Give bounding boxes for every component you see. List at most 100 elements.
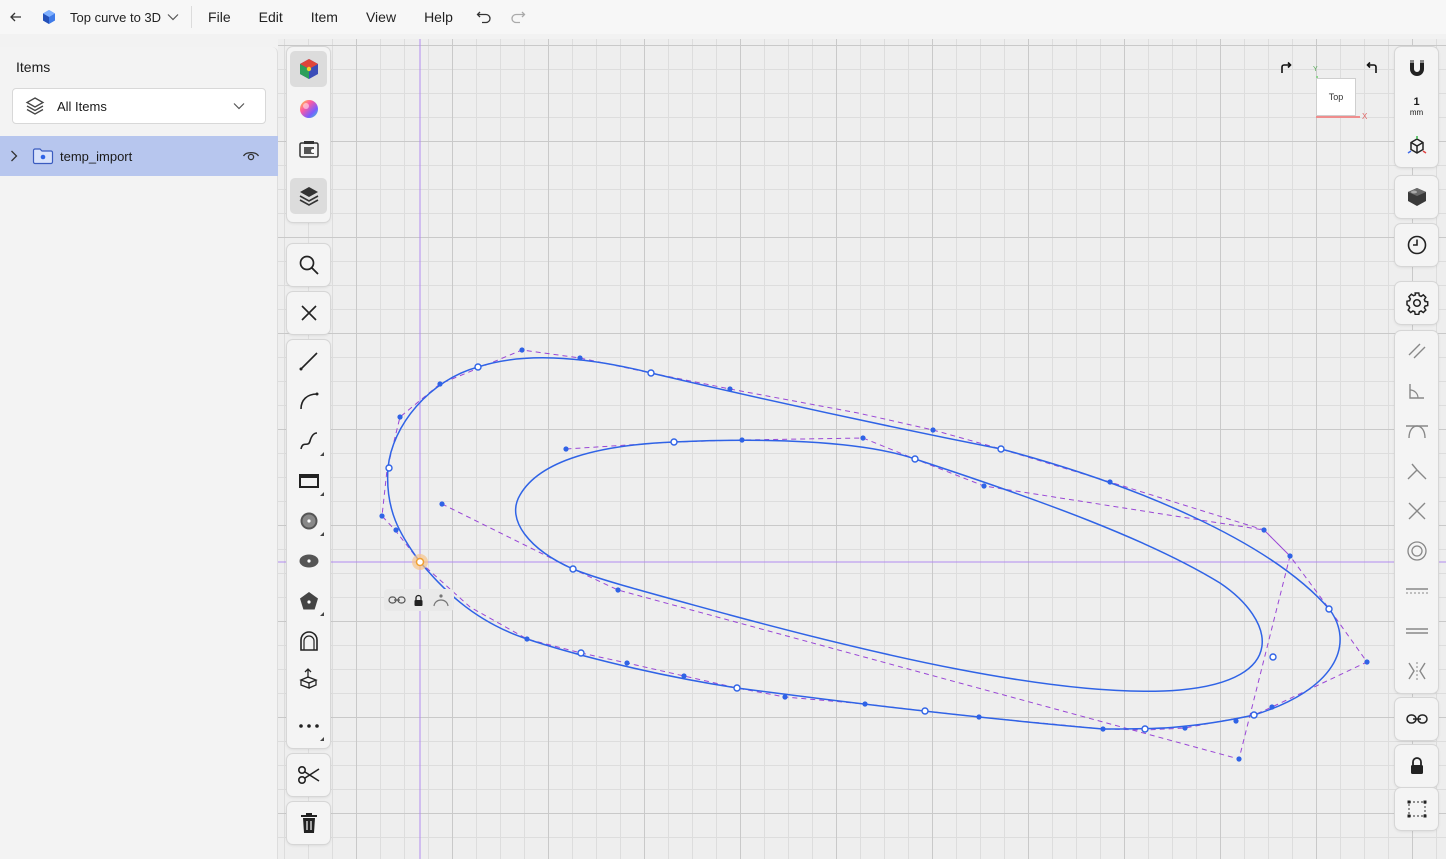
redo-icon	[511, 11, 526, 24]
tangent-constraint-button[interactable]	[1398, 413, 1435, 449]
vertex-lock-button[interactable]	[413, 594, 424, 607]
parallel-constraint-icon	[1408, 343, 1425, 359]
document-title-dropdown[interactable]: Top curve to 3D	[70, 0, 179, 34]
material-sphere-icon	[1407, 188, 1426, 206]
layers-button[interactable]	[290, 178, 327, 214]
polygon-tool-button[interactable]	[290, 583, 327, 619]
material-button[interactable]	[1398, 179, 1435, 215]
angle-constraint-button[interactable]	[1398, 373, 1435, 409]
tree-item-temp-import[interactable]: temp_import	[0, 136, 278, 176]
more-tools-button[interactable]	[290, 708, 327, 744]
outer-spline-curve[interactable]	[386, 357, 1341, 730]
perpendicular-constraint-button[interactable]	[1398, 453, 1435, 489]
menu-view[interactable]: View	[352, 0, 410, 34]
perpendicular-constraint-icon	[1407, 463, 1426, 480]
menu-file[interactable]: File	[194, 0, 245, 34]
active-vertex[interactable]	[415, 557, 425, 567]
units-value: 1	[1413, 96, 1420, 108]
lock-icon	[1410, 757, 1423, 774]
visibility-eye-icon[interactable]	[242, 150, 264, 162]
control-points[interactable]	[379, 347, 1370, 762]
snap-button[interactable]	[1398, 50, 1435, 86]
vertex-smooth-button[interactable]	[432, 593, 450, 607]
link-button[interactable]	[1398, 701, 1435, 737]
more-icon	[298, 724, 319, 728]
view-cube-x-axis	[1316, 116, 1360, 118]
undo-button[interactable]	[467, 0, 501, 34]
circle-icon	[300, 512, 317, 530]
inner-spline-curve[interactable]	[514, 439, 1263, 693]
circle-tool-button[interactable]	[290, 503, 327, 539]
symmetric-constraint-button[interactable]	[1398, 653, 1435, 689]
snapping-tool-group: 1 mm	[1395, 47, 1438, 167]
back-button[interactable]	[2, 0, 30, 34]
color-button[interactable]	[290, 91, 327, 127]
folder-icon	[32, 147, 54, 165]
intersect-constraint-button[interactable]	[1398, 493, 1435, 529]
settings-button[interactable]	[1398, 285, 1435, 321]
constraints-tool-group	[1395, 331, 1438, 693]
arch-tool-button[interactable]	[290, 623, 327, 659]
solid-render-button[interactable]	[290, 51, 327, 87]
inner-control-polygon	[441, 437, 1291, 760]
search-button[interactable]	[290, 247, 327, 283]
intersect-constraint-icon	[1408, 502, 1425, 520]
horizontal-constraint-button[interactable]	[1398, 573, 1435, 609]
undo-icon	[476, 11, 491, 24]
history-button[interactable]	[1398, 227, 1435, 263]
view-cube[interactable]: Top	[1316, 78, 1356, 116]
bounding-box-icon	[1407, 800, 1426, 818]
color-wheel-icon	[299, 100, 318, 118]
sketch-tool-group	[287, 340, 330, 748]
scissors-button[interactable]	[290, 757, 327, 793]
concentric-constraint-button[interactable]	[1398, 533, 1435, 569]
chevron-down-icon	[233, 102, 253, 110]
transform-gizmo-button[interactable]	[1398, 128, 1435, 164]
extrude-tool-button[interactable]	[290, 661, 327, 697]
snap-magnet-icon	[1409, 60, 1424, 76]
menu-edit[interactable]: Edit	[245, 0, 297, 34]
items-filter-dropdown[interactable]: All Items	[12, 88, 266, 124]
menu-help[interactable]: Help	[410, 0, 467, 34]
parallel-constraint-button[interactable]	[1398, 333, 1435, 369]
items-panel: Items All Items temp_import	[0, 47, 278, 859]
transform-gizmo-icon	[1407, 136, 1426, 154]
back-arrow-icon	[10, 12, 21, 22]
expand-chevron-icon[interactable]	[10, 150, 26, 162]
close-icon	[300, 305, 317, 321]
line-icon	[299, 352, 318, 371]
rotate-view-right-button[interactable]	[1364, 60, 1380, 76]
menu-item[interactable]: Item	[297, 0, 352, 34]
render-camera-button[interactable]	[290, 131, 327, 167]
title-bar: Top curve to 3D File Edit Item View Help	[0, 0, 1446, 34]
line-tool-button[interactable]	[290, 343, 327, 379]
chevron-down-icon	[167, 14, 179, 21]
curve-icon	[299, 432, 317, 450]
material-tool-group	[1395, 176, 1438, 218]
items-filter-value: All Items	[57, 98, 107, 114]
equal-constraint-button[interactable]	[1398, 613, 1435, 649]
units-button[interactable]: 1 mm	[1398, 89, 1435, 125]
rotate-view-left-button[interactable]	[1278, 60, 1294, 76]
ellipse-tool-button[interactable]	[290, 543, 327, 579]
lock-button[interactable]	[1398, 748, 1435, 784]
title-separator	[191, 6, 193, 28]
vertex-mini-toolbar	[384, 589, 454, 611]
arc-tool-button[interactable]	[290, 383, 327, 419]
close-button[interactable]	[290, 295, 327, 331]
polygon-icon	[299, 592, 318, 610]
concentric-constraint-icon	[1406, 541, 1427, 561]
history-clock-icon	[1407, 235, 1426, 255]
rectangle-tool-button[interactable]	[290, 463, 327, 499]
curve-tool-button[interactable]	[290, 423, 327, 459]
vertex-link-button[interactable]	[388, 595, 406, 605]
sketch-layer[interactable]	[278, 39, 1446, 859]
ellipse-icon	[299, 554, 318, 568]
view-cube-y-label: Y	[1313, 66, 1318, 73]
bounding-box-button[interactable]	[1398, 791, 1435, 827]
redo-button[interactable]	[501, 0, 535, 34]
link-icon	[1405, 714, 1428, 724]
delete-button[interactable]	[290, 805, 327, 841]
search-tool-group	[287, 244, 330, 286]
tree-item-label: temp_import	[60, 148, 133, 164]
